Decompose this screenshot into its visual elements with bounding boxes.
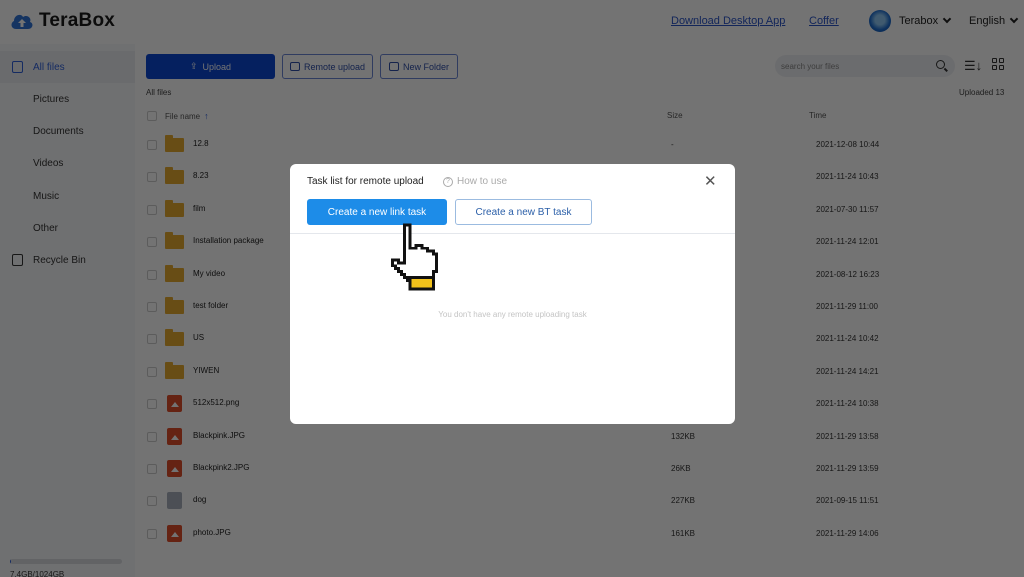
divider [290,233,735,234]
dialog-title: Task list for remote upload [307,176,424,187]
close-icon[interactable]: ✕ [704,172,717,190]
how-to-use-link[interactable]: ? How to use [443,176,507,187]
question-icon: ? [443,176,453,187]
hand-pointer-icon [391,223,438,291]
remote-upload-dialog: Task list for remote upload ? How to use… [290,164,735,424]
create-bt-task-button[interactable]: Create a new BT task [455,199,592,225]
empty-state-text: You don't have any remote uploading task [438,310,587,319]
